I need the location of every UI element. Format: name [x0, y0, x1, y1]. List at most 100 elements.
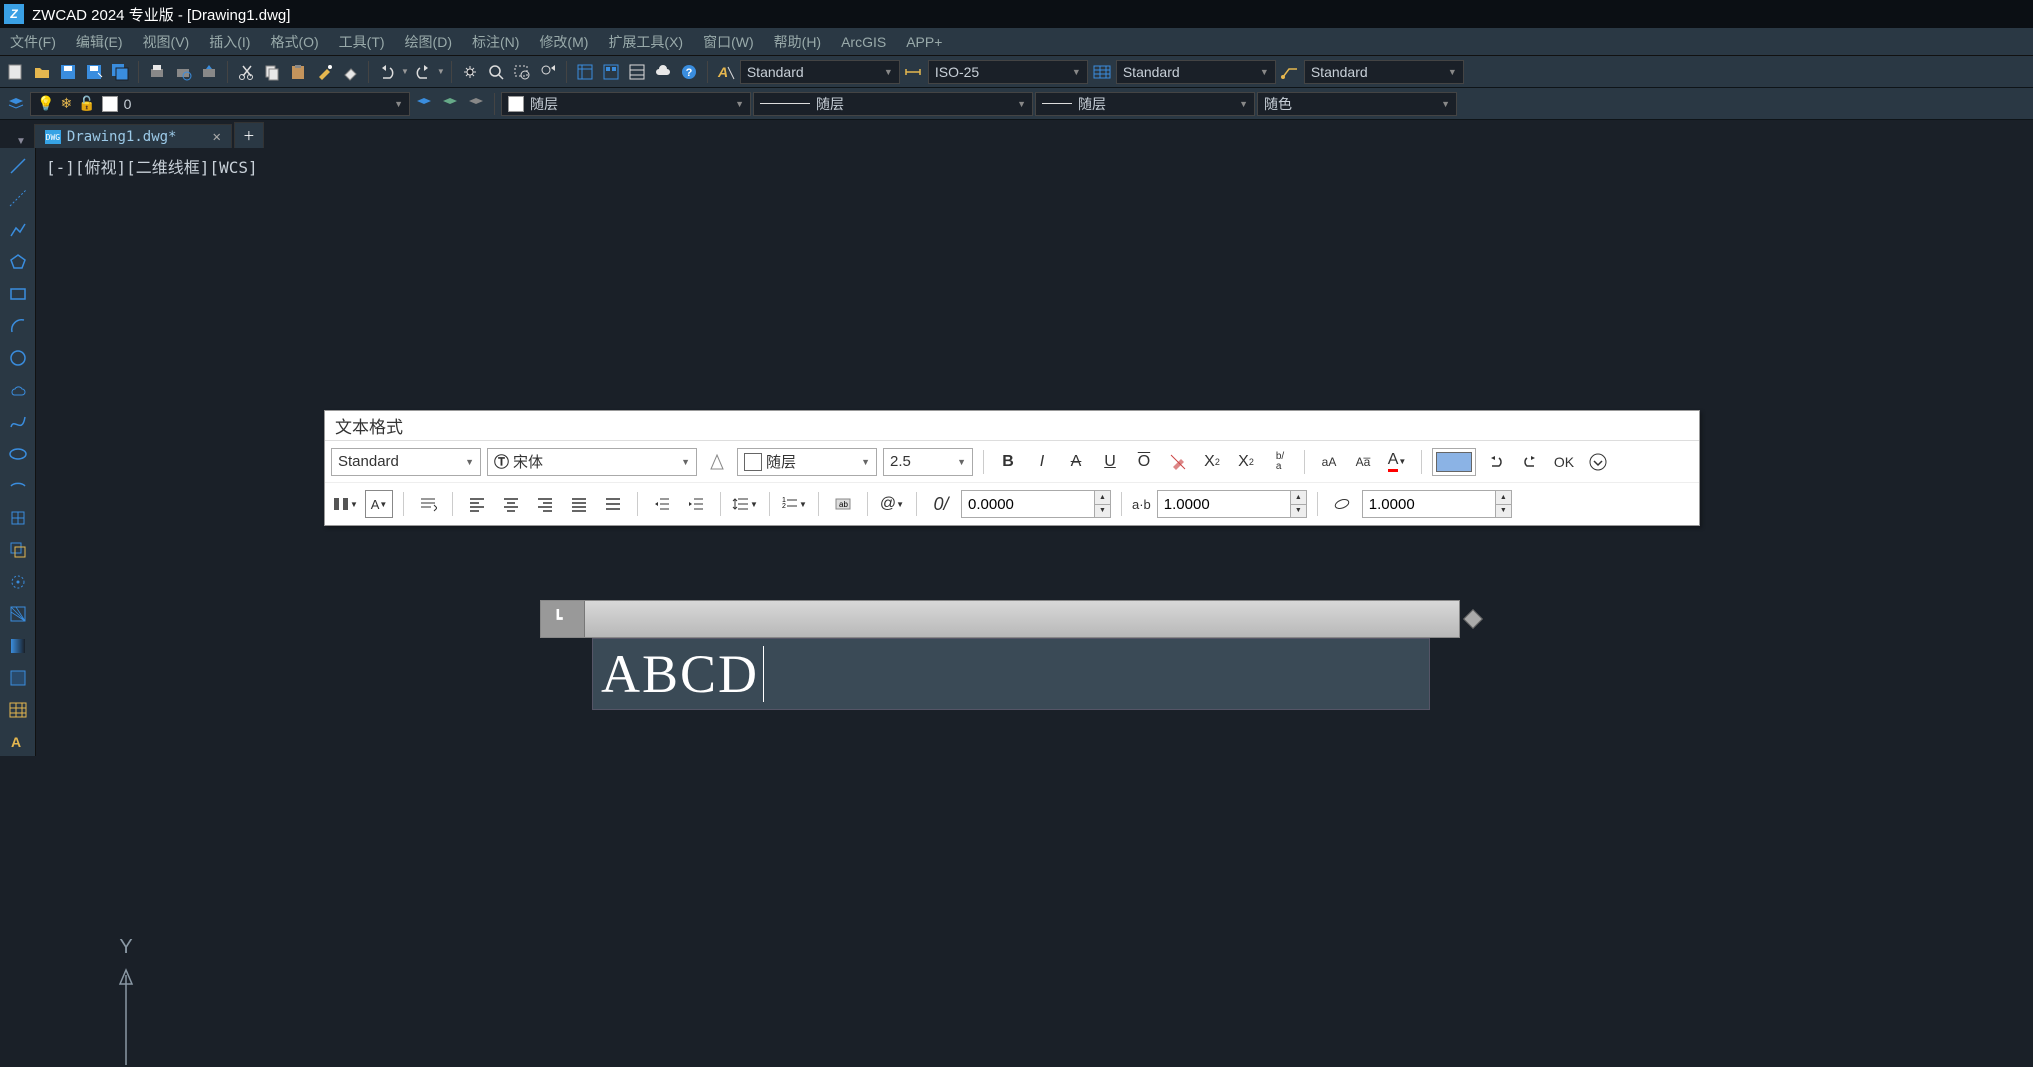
menu-dim[interactable]: 标注(N) — [472, 32, 519, 52]
file-tab-active[interactable]: DWG Drawing1.dwg* ✕ — [34, 124, 232, 149]
menu-express[interactable]: 扩展工具(X) — [608, 32, 683, 52]
undo-icon[interactable] — [375, 60, 399, 84]
numbering-icon[interactable]: 12▼ — [780, 490, 808, 518]
line-spacing-icon[interactable]: ▼ — [731, 490, 759, 518]
undo-text-icon[interactable] — [1482, 448, 1510, 476]
region-tool[interactable] — [4, 664, 32, 692]
layer-select[interactable]: 💡 ❄ 🔓 0 ▼ — [30, 92, 410, 116]
revcloud-tool[interactable] — [4, 376, 32, 404]
saveas-icon[interactable] — [82, 60, 106, 84]
polygon-tool[interactable] — [4, 248, 32, 276]
table-style-select[interactable]: Standard▼ — [1116, 60, 1276, 84]
lineweight-select[interactable]: 随层 ▼ — [1035, 92, 1255, 116]
redo-dropdown-icon[interactable]: ▼ — [437, 67, 445, 76]
indent-increase-icon[interactable] — [682, 490, 710, 518]
text-style-combo[interactable]: Standard▼ — [331, 448, 481, 476]
menu-insert[interactable]: 插入(I) — [209, 32, 250, 52]
align-justify-icon[interactable] — [565, 490, 593, 518]
width-factor-input[interactable]: ▲▼ — [1157, 490, 1307, 518]
undo-dropdown-icon[interactable]: ▼ — [401, 67, 409, 76]
bold-button[interactable]: B — [994, 448, 1022, 476]
close-tab-icon[interactable]: ✕ — [212, 129, 220, 145]
align-distribute-icon[interactable] — [599, 490, 627, 518]
zoom-window-icon[interactable] — [510, 60, 534, 84]
spin-down-icon[interactable]: ▼ — [1496, 505, 1511, 518]
spin-up-icon[interactable]: ▲ — [1291, 491, 1306, 505]
spin-down-icon[interactable]: ▼ — [1291, 505, 1306, 518]
lowercase-icon[interactable]: Aa̅ — [1349, 448, 1377, 476]
layer-states-icon[interactable] — [438, 92, 462, 116]
rectangle-tool[interactable] — [4, 280, 32, 308]
new-icon[interactable] — [4, 60, 28, 84]
menu-draw[interactable]: 绘图(D) — [405, 32, 452, 52]
redo-icon[interactable] — [411, 60, 435, 84]
help-icon[interactable]: ? — [677, 60, 701, 84]
viewport-label[interactable]: [-][俯视][二维线框][WCS] — [46, 154, 258, 178]
menu-edit[interactable]: 编辑(E) — [76, 32, 123, 52]
underline-button[interactable]: U — [1096, 448, 1124, 476]
point-tool[interactable] — [4, 568, 32, 596]
italic-button[interactable]: I — [1028, 448, 1056, 476]
oblique-input[interactable]: ▲▼ — [1362, 490, 1512, 518]
ruler-tab-icon[interactable] — [541, 601, 585, 637]
menu-file[interactable]: 文件(F) — [10, 32, 56, 52]
polyline-tool[interactable] — [4, 216, 32, 244]
oblique-angle-icon[interactable]: 0/ — [927, 490, 955, 518]
color-select[interactable]: 随层 ▼ — [501, 92, 751, 116]
subscript-button[interactable]: X2 — [1232, 448, 1260, 476]
menu-help[interactable]: 帮助(H) — [774, 32, 821, 52]
publish-icon[interactable] — [197, 60, 221, 84]
text-style-icon[interactable]: A — [714, 60, 738, 84]
mtext-tool[interactable]: A — [4, 728, 32, 756]
plotstyle-select[interactable]: 随色 ▼ — [1257, 92, 1457, 116]
menu-tools[interactable]: 工具(T) — [339, 32, 385, 52]
insert-block-tool[interactable] — [4, 504, 32, 532]
superscript-button[interactable]: X2 — [1198, 448, 1226, 476]
erase-icon[interactable] — [338, 60, 362, 84]
mtext-justify-icon[interactable]: A▼ — [365, 490, 393, 518]
dim-style-icon[interactable] — [902, 60, 926, 84]
linetype-select[interactable]: 随层 ▼ — [753, 92, 1033, 116]
columns-icon[interactable]: ▼ — [331, 490, 359, 518]
paragraph-icon[interactable] — [414, 490, 442, 518]
cloud-icon[interactable] — [651, 60, 675, 84]
menu-arcgis[interactable]: ArcGIS — [841, 34, 886, 50]
mtext-input[interactable]: ABCD — [592, 638, 1430, 710]
ellipse-arc-tool[interactable] — [4, 472, 32, 500]
menu-window[interactable]: 窗口(W) — [703, 32, 754, 52]
ellipse-tool[interactable] — [4, 440, 32, 468]
tool-palette-icon[interactable] — [625, 60, 649, 84]
indent-decrease-icon[interactable] — [648, 490, 676, 518]
uppercase-icon[interactable]: aA — [1315, 448, 1343, 476]
text-color-combo[interactable]: 随层▼ — [737, 448, 877, 476]
design-center-icon[interactable] — [599, 60, 623, 84]
layer-prev-icon[interactable] — [412, 92, 436, 116]
stack-button[interactable]: b/a — [1266, 448, 1294, 476]
font-color-icon[interactable]: A▼ — [1383, 448, 1411, 476]
zoom-previous-icon[interactable] — [536, 60, 560, 84]
construction-line-tool[interactable] — [4, 184, 32, 212]
menu-modify[interactable]: 修改(M) — [539, 32, 588, 52]
highlight-button[interactable] — [1432, 448, 1476, 476]
hatch-tool[interactable] — [4, 600, 32, 628]
oblique-value[interactable] — [1363, 491, 1511, 517]
make-block-tool[interactable] — [4, 536, 32, 564]
print-icon[interactable] — [145, 60, 169, 84]
overline-button[interactable]: O — [1130, 448, 1158, 476]
spin-up-icon[interactable]: ▲ — [1496, 491, 1511, 505]
zoom-realtime-icon[interactable] — [484, 60, 508, 84]
tracking-input[interactable]: ▲▼ — [961, 490, 1111, 518]
open-icon[interactable] — [30, 60, 54, 84]
align-center-icon[interactable] — [497, 490, 525, 518]
align-right-icon[interactable] — [531, 490, 559, 518]
mleader-style-icon[interactable] — [1278, 60, 1302, 84]
text-ruler[interactable] — [540, 600, 1460, 638]
text-style-select[interactable]: Standard▼ — [740, 60, 900, 84]
pan-icon[interactable] — [458, 60, 482, 84]
dim-style-select[interactable]: ISO-25▼ — [928, 60, 1088, 84]
circle-tool[interactable] — [4, 344, 32, 372]
properties-icon[interactable] — [573, 60, 597, 84]
options-icon[interactable] — [1584, 448, 1612, 476]
cut-icon[interactable] — [234, 60, 258, 84]
match-prop-icon[interactable] — [312, 60, 336, 84]
